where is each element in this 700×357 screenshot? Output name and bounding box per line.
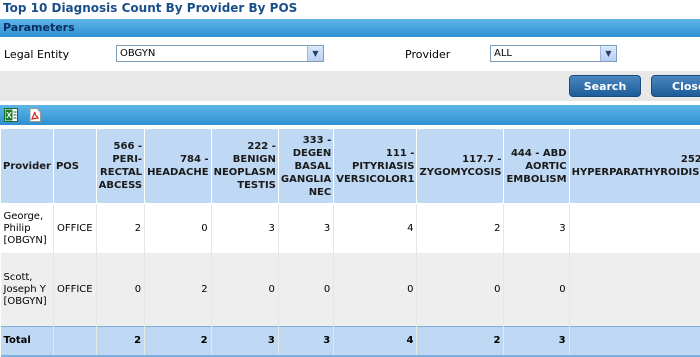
column-header[interactable]: 222 - BENIGN NEOPLASM TESTIS: [211, 129, 278, 204]
provider-label: Provider: [405, 48, 450, 61]
count-cell: 0: [96, 253, 144, 327]
total-cell: 3: [504, 327, 569, 357]
pos-cell: OFFICE: [53, 253, 96, 327]
table-row: George, Philip [OBGYN] OFFICE 2 0 3 3 4 …: [1, 204, 700, 254]
total-pos-cell: [53, 327, 96, 357]
total-row: Total 2 2 3 3 4 2 3 3: [1, 327, 700, 357]
column-header[interactable]: 111 - PITYRIASIS VERSICOLOR1: [334, 129, 417, 204]
total-cell: 2: [145, 327, 212, 357]
parameters-panel: Legal Entity OBGYN ▼ Provider ALL ▼: [0, 37, 700, 71]
count-cell: 3: [569, 253, 700, 327]
count-cell: 3: [278, 204, 333, 254]
count-cell: 0: [417, 253, 504, 327]
column-header[interactable]: 784 - HEADACHE: [145, 129, 212, 204]
page-title: Top 10 Diagnosis Count By Provider By PO…: [0, 0, 700, 18]
column-header[interactable]: 444 - ABD AORTIC EMBOLISM: [504, 129, 569, 204]
total-label: Total: [1, 327, 54, 357]
count-cell: 2: [417, 204, 504, 254]
count-cell: 0: [211, 253, 278, 327]
provider-cell: George, Philip [OBGYN]: [1, 204, 54, 254]
count-cell: 2: [145, 253, 212, 327]
button-bar: Search Close: [0, 71, 700, 101]
chevron-down-icon[interactable]: ▼: [307, 46, 323, 61]
total-cell: 2: [96, 327, 144, 357]
diagnosis-count-table: Provider POS 566 - PERI-RECTAL ABCESS 78…: [0, 128, 700, 357]
pos-cell: OFFICE: [53, 204, 96, 254]
legal-entity-label: Legal Entity: [4, 48, 69, 61]
provider-select[interactable]: ALL ▼: [490, 45, 617, 62]
close-button[interactable]: Close: [651, 75, 700, 97]
table-row: Scott, Joseph Y [OBGYN] OFFICE 0 2 0 0 0…: [1, 253, 700, 327]
count-cell: 3: [504, 204, 569, 254]
export-toolbar: X: [0, 105, 700, 125]
column-header[interactable]: 333 - DEGEN BASAL GANGLIA NEC: [278, 129, 333, 204]
provider-value: ALL: [494, 48, 512, 59]
total-cell: 3: [569, 327, 700, 357]
count-cell: 0: [278, 253, 333, 327]
column-header[interactable]: Provider: [1, 129, 54, 204]
count-cell: 3: [211, 204, 278, 254]
parameters-header: Parameters: [0, 19, 700, 37]
legal-entity-value: OBGYN: [120, 48, 155, 59]
count-cell: 0: [569, 204, 700, 254]
column-header[interactable]: 252 - HYPERPARATHYROIDISM: [569, 129, 700, 204]
legal-entity-select[interactable]: OBGYN ▼: [116, 45, 324, 62]
column-header[interactable]: POS: [53, 129, 96, 204]
column-header[interactable]: 117.7 - ZYGOMYCOSIS: [417, 129, 504, 204]
svg-text:X: X: [6, 111, 12, 120]
total-cell: 3: [211, 327, 278, 357]
column-header[interactable]: 566 - PERI-RECTAL ABCESS: [96, 129, 144, 204]
total-cell: 2: [417, 327, 504, 357]
table-header-row: Provider POS 566 - PERI-RECTAL ABCESS 78…: [1, 129, 700, 204]
count-cell: 0: [504, 253, 569, 327]
search-button[interactable]: Search: [569, 75, 641, 97]
pdf-export-icon[interactable]: [28, 108, 42, 122]
count-cell: 2: [96, 204, 144, 254]
excel-export-icon[interactable]: X: [4, 108, 18, 122]
chevron-down-icon[interactable]: ▼: [600, 46, 616, 61]
total-cell: 3: [278, 327, 333, 357]
count-cell: 0: [334, 253, 417, 327]
count-cell: 0: [145, 204, 212, 254]
count-cell: 4: [334, 204, 417, 254]
provider-cell: Scott, Joseph Y [OBGYN]: [1, 253, 54, 327]
total-cell: 4: [334, 327, 417, 357]
